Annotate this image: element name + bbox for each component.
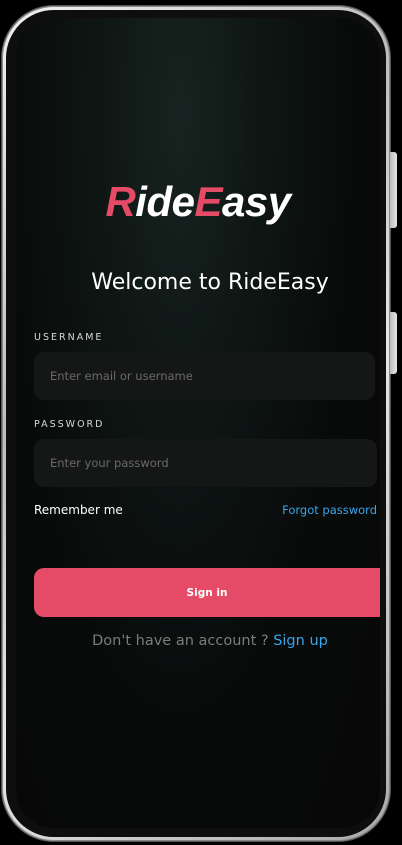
login-screen: RideEasy Welcome to RideEasy USERNAME PA…	[16, 18, 380, 828]
power-button	[390, 312, 397, 374]
signup-link[interactable]: Sign up	[273, 633, 328, 649]
logo-text-asy: asy	[221, 178, 291, 225]
logo-letter-r: R	[105, 178, 136, 225]
welcome-title: Welcome to RideEasy	[91, 270, 329, 295]
volume-button	[390, 152, 397, 228]
logo-text-ide: ide	[135, 178, 195, 225]
username-label: USERNAME	[34, 332, 104, 343]
remember-me-toggle[interactable]: Remember me	[34, 503, 123, 517]
forgot-password-link[interactable]: Forgot password	[282, 503, 377, 517]
signin-button-label: Sign in	[186, 586, 228, 599]
signup-prompt: Don't have an account ?	[92, 633, 274, 649]
app-logo: RideEasy	[16, 178, 380, 226]
password-input[interactable]	[34, 439, 377, 487]
logo-letter-e: E	[194, 178, 222, 225]
signin-button[interactable]: Sign in	[34, 568, 380, 617]
signup-row: Don't have an account ? Sign up	[16, 633, 380, 649]
password-label: PASSWORD	[34, 419, 105, 430]
username-input[interactable]	[34, 352, 375, 400]
